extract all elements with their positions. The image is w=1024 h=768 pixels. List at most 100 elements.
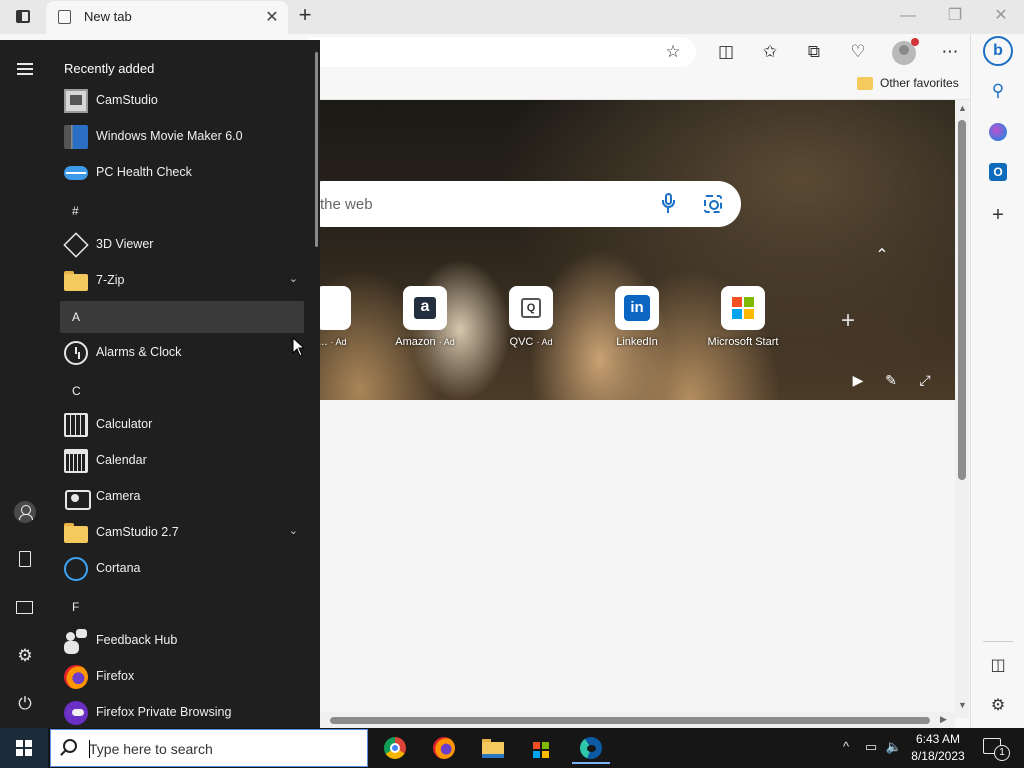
app-calendar[interactable]: Calendar <box>56 444 306 478</box>
office-icon[interactable] <box>989 123 1007 141</box>
taskbar-chrome[interactable] <box>376 732 414 764</box>
settings-icon[interactable]: ⚙ <box>987 695 1009 717</box>
quick-link-label: Microsoft Start <box>707 336 779 348</box>
tab-actions-icon <box>16 10 30 23</box>
play-icon[interactable]: ▶ <box>848 370 868 390</box>
folder-icon <box>857 77 873 90</box>
browser-title-bar: New tab ✕ + — ❐ ✕ <box>0 0 1024 34</box>
taskbar-search-box[interactable]: Type here to search <box>50 729 368 767</box>
documents-icon[interactable] <box>14 549 36 571</box>
app-pc-health-check[interactable]: PC Health Check <box>56 156 306 190</box>
chevron-down-icon[interactable]: ⌄ <box>289 524 298 537</box>
settings-icon[interactable]: ⚙ <box>14 645 36 667</box>
firefox-icon <box>433 737 455 759</box>
app-calculator[interactable]: Calculator <box>56 408 306 442</box>
app-7-zip[interactable]: 7-Zip ⌄ <box>56 264 306 298</box>
outlook-icon[interactable]: O <box>989 163 1007 181</box>
taskbar-firefox[interactable] <box>425 732 463 764</box>
app-label: Alarms & Clock <box>96 345 182 359</box>
close-tab-icon[interactable]: ✕ <box>264 7 280 27</box>
search-icon[interactable]: ⚲ <box>987 80 1009 102</box>
app-3d-viewer[interactable]: 3D Viewer <box>56 228 306 262</box>
start-button[interactable] <box>0 728 48 768</box>
clock-icon <box>64 341 88 365</box>
hamburger-icon[interactable] <box>14 58 36 80</box>
customize-icon[interactable]: ✎ <box>881 370 901 390</box>
new-tab-button[interactable]: + <box>293 4 317 28</box>
profile-icon[interactable] <box>892 38 919 65</box>
collections-icon[interactable]: ⧉ <box>803 41 825 63</box>
favorites-icon[interactable]: ✩ <box>759 41 781 63</box>
letter-header-c[interactable]: C <box>60 375 304 407</box>
minimize-button[interactable]: — <box>893 6 923 28</box>
camera-icon <box>64 485 91 510</box>
more-icon[interactable]: ⋯ <box>939 41 961 63</box>
firefox-private-icon <box>64 701 88 725</box>
quick-link-label: LinkedIn <box>616 336 658 348</box>
visual-search-icon[interactable] <box>704 195 722 213</box>
chrome-icon <box>384 737 406 759</box>
app-firefox[interactable]: Firefox <box>56 660 306 694</box>
star-icon[interactable]: ☆ <box>662 41 684 63</box>
edge-sidebar: b ⚲ O + ◫ ⚙ <box>970 34 1024 728</box>
tab-new-tab[interactable]: New tab ✕ <box>46 1 288 34</box>
quick-link-label: QVC · Ad <box>509 336 553 348</box>
volume-icon[interactable]: 🔈 <box>885 738 903 756</box>
network-icon[interactable]: ▭ <box>862 738 880 756</box>
quick-link-tile <box>721 286 765 330</box>
app-firefox-private-browsing[interactable]: Firefox Private Browsing <box>56 696 306 728</box>
taskbar-file-explorer[interactable] <box>474 732 512 764</box>
app-feedback-hub[interactable]: Feedback Hub <box>56 624 306 658</box>
scroll-up-icon[interactable]: ▲ <box>958 103 967 113</box>
app-list[interactable]: Recently added CamStudio Windows Movie M… <box>56 50 312 728</box>
letter-header-hash[interactable]: # <box>60 195 304 227</box>
web-search-placeholder: the web <box>320 196 373 213</box>
quick-link-linkedin[interactable]: in LinkedIn <box>592 286 682 356</box>
browser-essentials-icon[interactable]: ♡ <box>847 41 869 63</box>
scroll-right-icon[interactable]: ▶ <box>940 714 947 725</box>
clock-time[interactable]: 6:43 AM <box>905 732 971 746</box>
start-rail: ⚙ ⏻ <box>0 40 50 728</box>
taskbar: Type here to search ^ ▭ 🔈 6:43 AM 8/18/2… <box>0 728 1024 768</box>
calculator-icon <box>64 413 88 437</box>
add-icon[interactable]: + <box>987 204 1009 226</box>
start-menu-scrollbar[interactable] <box>315 52 318 247</box>
address-input[interactable]: s <box>300 37 696 67</box>
pictures-icon[interactable] <box>14 597 36 619</box>
split-screen-icon[interactable]: ◫ <box>715 41 737 63</box>
app-alarms-clock[interactable]: Alarms & Clock <box>56 336 306 370</box>
movie-maker-icon <box>64 125 88 149</box>
restore-button[interactable]: ❐ <box>940 6 970 28</box>
scrollbar-thumb[interactable] <box>330 717 930 724</box>
app-camstudio[interactable]: CamStudio <box>56 84 306 118</box>
chevron-down-icon[interactable]: ⌄ <box>289 272 298 285</box>
user-icon[interactable] <box>14 501 36 523</box>
scroll-down-icon[interactable]: ▼ <box>958 700 967 710</box>
scrollbar-thumb[interactable] <box>958 120 966 480</box>
app-cortana[interactable]: Cortana <box>56 552 306 586</box>
close-window-button[interactable]: ✕ <box>986 6 1016 28</box>
tab-title: New tab <box>84 9 132 24</box>
microphone-icon[interactable] <box>662 193 675 213</box>
web-search-box[interactable]: the web <box>300 181 741 227</box>
app-windows-movie-maker[interactable]: Windows Movie Maker 6.0 <box>56 120 306 154</box>
power-icon[interactable]: ⏻ <box>14 693 36 715</box>
app-camera[interactable]: Camera <box>56 480 306 514</box>
app-camstudio-2-7[interactable]: CamStudio 2.7 ⌄ <box>56 516 306 550</box>
chevron-up-icon[interactable]: ⌃ <box>872 245 892 265</box>
quick-link-amazon[interactable]: a Amazon · Ad <box>380 286 470 356</box>
letter-header-f[interactable]: F <box>60 591 304 623</box>
vertical-scrollbar[interactable]: ▲ ▼ <box>955 100 969 718</box>
tab-actions-button[interactable] <box>12 7 34 27</box>
quick-link-microsoft-start[interactable]: Microsoft Start <box>698 286 788 356</box>
taskbar-edge[interactable] <box>572 732 610 764</box>
show-hidden-icons-icon[interactable]: ^ <box>837 738 855 756</box>
clock-date[interactable]: 8/18/2023 <box>905 749 971 763</box>
add-shortcut-icon[interactable]: + <box>837 309 859 333</box>
quick-link-qvc[interactable]: Q QVC · Ad <box>486 286 576 356</box>
expand-icon[interactable]: ⤢ <box>915 370 935 390</box>
letter-header-a[interactable]: A <box>60 301 304 333</box>
hide-sidebar-icon[interactable]: ◫ <box>987 655 1009 677</box>
taskbar-microsoft-store[interactable] <box>523 732 561 764</box>
bing-chat-button[interactable]: b <box>983 36 1013 66</box>
